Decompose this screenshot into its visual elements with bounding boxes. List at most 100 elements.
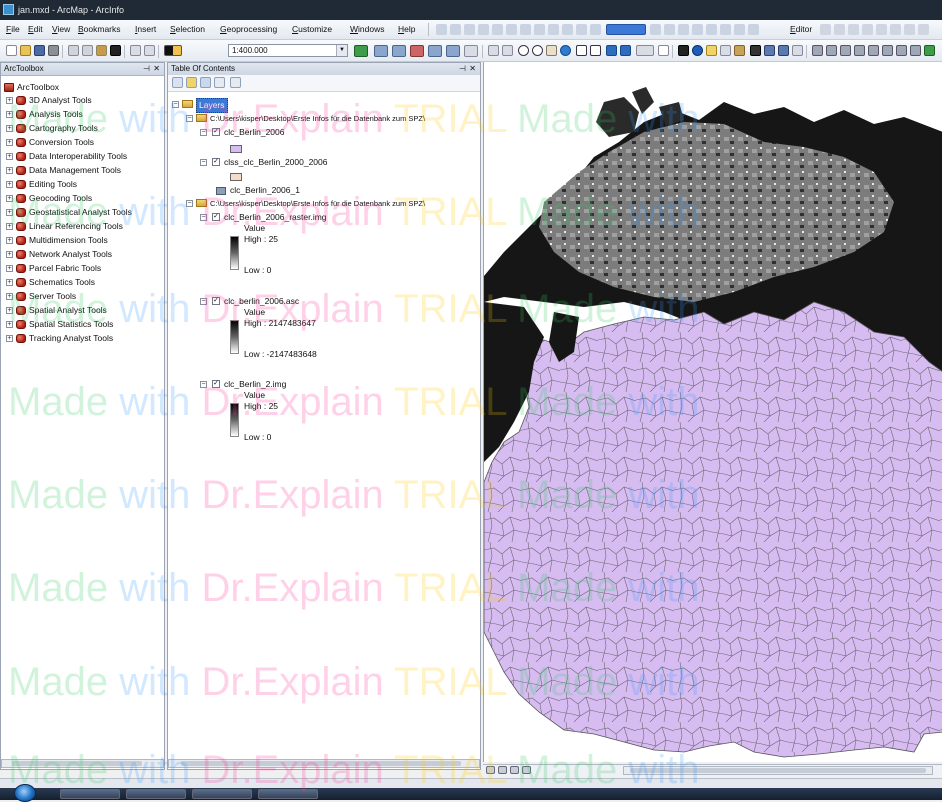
pan-hand-icon[interactable] <box>546 45 557 56</box>
expand-icon[interactable]: + <box>6 195 13 202</box>
editor-tool-icon[interactable] <box>506 24 517 35</box>
edit-tool-icon[interactable] <box>904 24 915 35</box>
expand-icon[interactable]: + <box>6 237 13 244</box>
expand-icon[interactable]: + <box>6 125 13 132</box>
layout-tool-icon[interactable] <box>882 45 893 56</box>
menu-file[interactable]: File <box>6 24 20 34</box>
taskbar-button[interactable] <box>60 789 120 799</box>
edit-tool-icon[interactable] <box>876 24 887 35</box>
expand-icon[interactable]: + <box>6 167 13 174</box>
layout-tool-icon[interactable] <box>910 45 921 56</box>
close-icon[interactable]: ✕ <box>469 63 476 75</box>
new-document-icon[interactable] <box>6 45 17 56</box>
layer-visibility-checkbox[interactable]: ✓ <box>212 380 220 388</box>
find-binoculars-icon[interactable] <box>750 45 761 56</box>
fixed-zoom-in-icon[interactable] <box>576 45 587 56</box>
layout-tool-icon[interactable] <box>868 45 879 56</box>
go-to-xy-icon[interactable] <box>778 45 789 56</box>
expand-icon[interactable]: + <box>6 139 13 146</box>
polygon-symbol-swatch[interactable] <box>230 145 242 153</box>
list-by-source-icon[interactable] <box>186 77 197 88</box>
collapse-icon[interactable]: − <box>200 159 207 166</box>
menu-bookmarks[interactable]: Bookmarks <box>78 24 121 34</box>
whats-this-icon[interactable] <box>488 45 499 56</box>
berlin-land-cover-map[interactable] <box>484 62 942 762</box>
menu-insert[interactable]: Insert <box>135 24 156 34</box>
map-horizontal-scrollbar[interactable] <box>623 766 933 775</box>
refresh-icon[interactable] <box>510 766 519 774</box>
expand-icon[interactable]: + <box>6 307 13 314</box>
clear-selection-icon[interactable] <box>658 45 669 56</box>
tools-dropdown-icon[interactable] <box>502 45 513 56</box>
menu-view[interactable]: View <box>52 24 70 34</box>
undo-icon[interactable] <box>130 45 141 56</box>
create-viewer-window-icon[interactable] <box>812 45 823 56</box>
open-folder-icon[interactable] <box>20 45 31 56</box>
editor-toolbar-icon[interactable] <box>354 45 368 57</box>
fixed-zoom-out-icon[interactable] <box>590 45 601 56</box>
menu-geoprocessing[interactable]: Geoprocessing <box>220 24 277 34</box>
editor-tool-icon[interactable] <box>520 24 531 35</box>
editor-tool-icon[interactable] <box>576 24 587 35</box>
print-icon[interactable] <box>48 45 59 56</box>
raster-color-ramp[interactable] <box>230 320 239 354</box>
redo-icon[interactable] <box>144 45 155 56</box>
select-elements-arrow-icon[interactable] <box>678 45 689 56</box>
editor-tool-icon[interactable] <box>478 24 489 35</box>
overflow-tools-icon[interactable] <box>464 45 478 57</box>
editor-tool-icon[interactable] <box>664 24 675 35</box>
copy-icon[interactable] <box>82 45 93 56</box>
raster-color-ramp[interactable] <box>230 236 239 270</box>
map-scale-combobox[interactable]: 1:400.000 ▼ <box>228 44 348 57</box>
start-orb-icon[interactable] <box>14 784 36 802</box>
model-builder-icon[interactable] <box>446 45 460 57</box>
close-icon[interactable]: ✕ <box>153 63 160 75</box>
polygon-symbol-swatch[interactable] <box>230 173 242 181</box>
zoom-in-icon[interactable] <box>518 45 529 56</box>
layout-view-icon[interactable] <box>498 766 507 774</box>
layer-visibility-checkbox[interactable]: ✓ <box>212 297 220 305</box>
edit-tool-icon[interactable] <box>862 24 873 35</box>
expand-icon[interactable]: + <box>6 279 13 286</box>
list-by-visibility-icon[interactable] <box>200 77 211 88</box>
expand-icon[interactable]: + <box>6 251 13 258</box>
python-window-icon[interactable] <box>428 45 442 57</box>
collapse-icon[interactable]: − <box>186 115 193 122</box>
list-by-selection-icon[interactable] <box>214 77 225 88</box>
expand-icon[interactable]: + <box>6 97 13 104</box>
cut-icon[interactable] <box>68 45 79 56</box>
collapse-icon[interactable]: − <box>200 129 207 136</box>
zoom-out-icon[interactable] <box>532 45 543 56</box>
expand-icon[interactable]: + <box>6 111 13 118</box>
layer-visibility-checkbox[interactable]: ✓ <box>212 213 220 221</box>
menu-windows[interactable]: Windows <box>350 24 385 34</box>
menu-help[interactable]: Help <box>398 24 415 34</box>
collapse-icon[interactable]: − <box>200 214 207 221</box>
edit-tool-icon[interactable] <box>834 24 845 35</box>
full-extent-globe-icon[interactable] <box>560 45 571 56</box>
collapse-icon[interactable]: − <box>200 381 207 388</box>
select-features-icon[interactable] <box>636 45 654 56</box>
go-back-arrow-icon[interactable] <box>606 45 617 56</box>
find-route-icon[interactable] <box>764 45 775 56</box>
expand-icon[interactable]: + <box>6 265 13 272</box>
map-display[interactable] <box>483 62 942 762</box>
identify-icon[interactable] <box>692 45 703 56</box>
pause-drawing-icon[interactable] <box>522 766 531 774</box>
editor-tool-icon[interactable] <box>678 24 689 35</box>
menu-selection[interactable]: Selection <box>170 24 205 34</box>
layers-label[interactable]: Layers <box>196 98 228 113</box>
layer-visibility-checkbox[interactable]: ✓ <box>212 128 220 136</box>
editor-tool-icon[interactable] <box>590 24 601 35</box>
toolbox-horizontal-scrollbar[interactable] <box>1 759 164 768</box>
pin-icon[interactable]: ⊣ <box>459 63 466 75</box>
time-slider-icon[interactable] <box>792 45 803 56</box>
options-icon[interactable] <box>230 77 241 88</box>
collapse-icon[interactable]: − <box>172 101 179 108</box>
taskbar-button[interactable] <box>258 789 318 799</box>
table-of-contents-icon[interactable] <box>374 45 388 57</box>
taskbar-button[interactable] <box>126 789 186 799</box>
arctoolbox-icon[interactable] <box>410 45 424 57</box>
edit-tool-icon[interactable] <box>820 24 831 35</box>
editor-tool-icon[interactable] <box>548 24 559 35</box>
